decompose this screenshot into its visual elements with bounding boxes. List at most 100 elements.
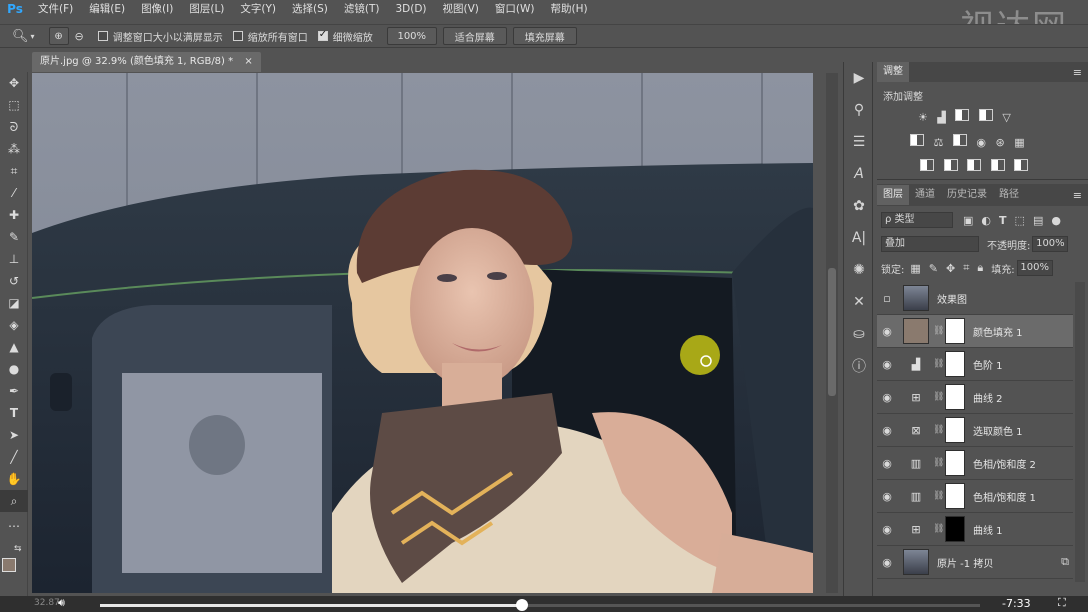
- zoom-out-button[interactable]: ⊖: [75, 30, 84, 43]
- menu-view[interactable]: 视图(V): [435, 0, 487, 18]
- tab-paths[interactable]: 路径: [993, 185, 1025, 205]
- link-icon[interactable]: ⛓: [933, 524, 944, 534]
- zoom-all-checkbox[interactable]: [232, 31, 243, 41]
- menu-filter[interactable]: 滤镜(T): [336, 0, 388, 18]
- paragraph-icon[interactable]: A|: [844, 222, 874, 254]
- lock-all-icon[interactable]: 🔒︎: [977, 261, 983, 275]
- curves-icon[interactable]: [955, 109, 970, 121]
- black-white-icon[interactable]: [952, 134, 967, 146]
- layer-name[interactable]: 原片 -1 拷贝: [937, 555, 993, 570]
- layer-row[interactable]: ◉ 原片 -1 拷贝 ⧉: [877, 546, 1073, 579]
- menu-help[interactable]: 帮助(H): [543, 0, 596, 18]
- sliders-icon[interactable]: ☰: [844, 126, 874, 158]
- paint-bucket-tool-icon[interactable]: ◈: [0, 314, 28, 336]
- document-canvas[interactable]: [32, 73, 813, 593]
- menu-3d[interactable]: 3D(D): [387, 0, 434, 18]
- layer-row[interactable]: ◉ ▥ ⛓ 色相/饱和度 2: [877, 447, 1073, 480]
- eye-icon[interactable]: ◉: [877, 490, 897, 503]
- photo-filter-icon[interactable]: ◉: [976, 136, 986, 149]
- layer-row[interactable]: ◉ ⛓ 颜色填充 1: [877, 315, 1073, 348]
- layer-row[interactable]: ▫ 效果图: [877, 282, 1073, 315]
- eraser-tool-icon[interactable]: ◪: [0, 292, 28, 314]
- levels-icon[interactable]: ▟: [937, 111, 945, 124]
- tab-layers[interactable]: 图层: [877, 185, 909, 205]
- document-tab[interactable]: 原片.jpg @ 32.9% (颜色填充 1, RGB/8) * ×: [32, 52, 261, 72]
- filter-shape-icon[interactable]: ⬚: [1015, 214, 1025, 227]
- panel-menu-icon[interactable]: ≡: [1073, 66, 1082, 79]
- layer-name[interactable]: 选取颜色 1: [973, 423, 1023, 438]
- eye-icon[interactable]: ◉: [877, 556, 897, 569]
- color-lookup-icon[interactable]: ▦: [1014, 136, 1024, 149]
- blur-tool-icon[interactable]: ▲: [0, 336, 28, 358]
- layer-name[interactable]: 色相/饱和度 2: [973, 456, 1036, 471]
- balance-icon[interactable]: ⚖: [934, 136, 944, 149]
- visibility-toggle-off[interactable]: ▫: [877, 292, 897, 305]
- scrollbar-thumb[interactable]: [828, 268, 836, 396]
- lock-transparency-icon[interactable]: ▦: [910, 262, 920, 275]
- vibrance-icon[interactable]: [910, 134, 924, 146]
- link-icon[interactable]: ⛓: [933, 359, 944, 369]
- link-icon[interactable]: ⛓: [933, 458, 944, 468]
- blend-mode-select[interactable]: 叠加: [881, 236, 979, 252]
- gradient-map-icon[interactable]: [1014, 159, 1028, 171]
- invert-icon[interactable]: [920, 159, 934, 171]
- character-icon[interactable]: A: [844, 158, 874, 190]
- panel-menu-icon[interactable]: ≡: [1073, 189, 1082, 202]
- pen-tool-icon[interactable]: ✒: [0, 380, 28, 402]
- clone-source-icon[interactable]: ⛀: [844, 318, 874, 350]
- menu-type[interactable]: 文字(Y): [232, 0, 284, 18]
- fit-screen-button[interactable]: 适合屏幕: [442, 27, 507, 45]
- hand-tool-icon[interactable]: ✋: [0, 468, 28, 490]
- play-icon[interactable]: ▶: [844, 62, 874, 94]
- fill-screen-button[interactable]: 填充屏幕: [512, 27, 577, 45]
- posterize-icon[interactable]: [943, 159, 958, 171]
- magic-wand-tool-icon[interactable]: ⁂: [0, 138, 28, 160]
- fullscreen-icon[interactable]: ⛶: [1058, 596, 1066, 610]
- menu-window[interactable]: 窗口(W): [487, 0, 543, 18]
- volume-icon[interactable]: 🔊︎: [58, 596, 65, 610]
- fill-field[interactable]: 100%: [1016, 260, 1053, 276]
- opacity-field[interactable]: 100%: [1032, 236, 1069, 252]
- link-icon[interactable]: ⛓: [933, 425, 944, 435]
- layer-row[interactable]: ◉ ⊞ ⛓ 曲线 2: [877, 381, 1073, 414]
- filter-type-icon[interactable]: T: [999, 214, 1007, 227]
- filter-toggle-icon[interactable]: ●: [1051, 214, 1061, 227]
- history-brush-tool-icon[interactable]: ↺: [0, 270, 28, 292]
- layer-row[interactable]: ◉ ▥ ⛓ 色相/饱和度 1: [877, 480, 1073, 513]
- menu-edit[interactable]: 编辑(E): [81, 0, 133, 18]
- dodge-tool-icon[interactable]: ●: [0, 358, 28, 380]
- filter-adjust-icon[interactable]: ◐: [981, 214, 991, 227]
- menu-select[interactable]: 选择(S): [284, 0, 336, 18]
- healing-brush-tool-icon[interactable]: ✚: [0, 204, 28, 226]
- close-tab-icon[interactable]: ×: [244, 56, 252, 67]
- channel-mixer-icon[interactable]: ⊛: [995, 136, 1004, 149]
- swap-colors-icon[interactable]: ⇆: [14, 544, 22, 554]
- chevron-down-icon[interactable]: ▾: [31, 32, 35, 41]
- eye-icon[interactable]: ◉: [877, 325, 897, 338]
- link-icon[interactable]: ⛓: [933, 491, 944, 501]
- eye-icon[interactable]: ◉: [877, 424, 897, 437]
- exposure-icon[interactable]: [978, 109, 993, 121]
- tool-presets-icon[interactable]: ✺: [844, 254, 874, 286]
- layer-name[interactable]: 色相/饱和度 1: [973, 489, 1036, 504]
- zoom-tool-icon[interactable]: 🔍︎: [12, 29, 29, 44]
- gradient-triangle-icon[interactable]: ▽: [1002, 111, 1010, 124]
- layer-name[interactable]: 颜色填充 1: [973, 324, 1023, 339]
- path-selection-tool-icon[interactable]: ➤: [0, 424, 28, 446]
- zoom-100-button[interactable]: 100%: [386, 27, 437, 45]
- zoom-in-button[interactable]: ⊕: [48, 27, 69, 45]
- zoom-tool-icon[interactable]: ⌕: [0, 490, 28, 512]
- lasso-tool-icon[interactable]: ᘐ: [0, 116, 28, 138]
- brush-settings-icon[interactable]: ⚲: [844, 94, 874, 126]
- layer-row[interactable]: ◉ ⊠ ⛓ 选取颜色 1: [877, 414, 1073, 447]
- swatches-icon[interactable]: ✿: [844, 190, 874, 222]
- filter-pixel-icon[interactable]: ▣: [963, 214, 973, 227]
- resize-windows-checkbox[interactable]: [97, 31, 108, 41]
- eye-icon[interactable]: ◉: [877, 391, 897, 404]
- marquee-tool-icon[interactable]: ⬚: [0, 94, 28, 116]
- layers-scrollbar[interactable]: [1075, 282, 1085, 582]
- selective-color-icon[interactable]: [990, 159, 1005, 171]
- foreground-color-swatch[interactable]: [2, 558, 16, 572]
- eye-icon[interactable]: ◉: [877, 457, 897, 470]
- lock-pixels-icon[interactable]: ✎: [929, 262, 938, 275]
